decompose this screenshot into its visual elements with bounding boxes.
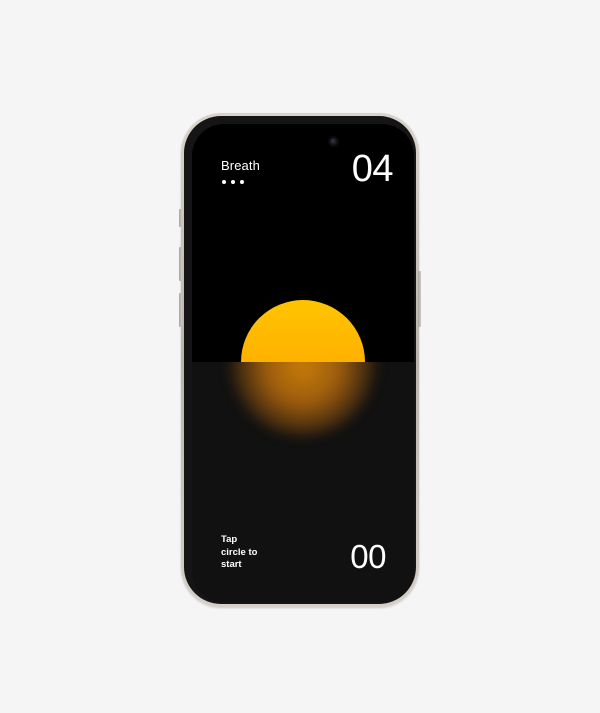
- instruction-text: Tap circle to start: [221, 534, 271, 572]
- volume-up-button: [179, 247, 182, 281]
- ellipsis-dots-icon[interactable]: [222, 180, 244, 184]
- breath-count-top: 04: [351, 148, 394, 190]
- dot-icon: [231, 180, 235, 184]
- instruction-line-1: Tap: [221, 534, 238, 545]
- dot-icon: [240, 180, 244, 184]
- phone-mockup: Breath 04 Tap circle to start 00: [179, 113, 421, 607]
- action-button: [179, 209, 182, 227]
- front-camera-icon: [328, 136, 339, 147]
- sun-reflection: [230, 362, 376, 436]
- phone-bezel: Breath 04 Tap circle to start 00: [184, 116, 416, 604]
- breath-count-bottom: 00: [350, 538, 386, 575]
- app-screen: Breath 04 Tap circle to start 00: [192, 124, 414, 602]
- volume-down-button: [179, 293, 182, 327]
- app-title: Breath: [221, 158, 260, 173]
- instruction-line-2: circle to: [221, 546, 258, 558]
- dot-icon: [222, 180, 226, 184]
- instruction-line-3: start: [221, 559, 242, 570]
- power-button: [418, 271, 421, 327]
